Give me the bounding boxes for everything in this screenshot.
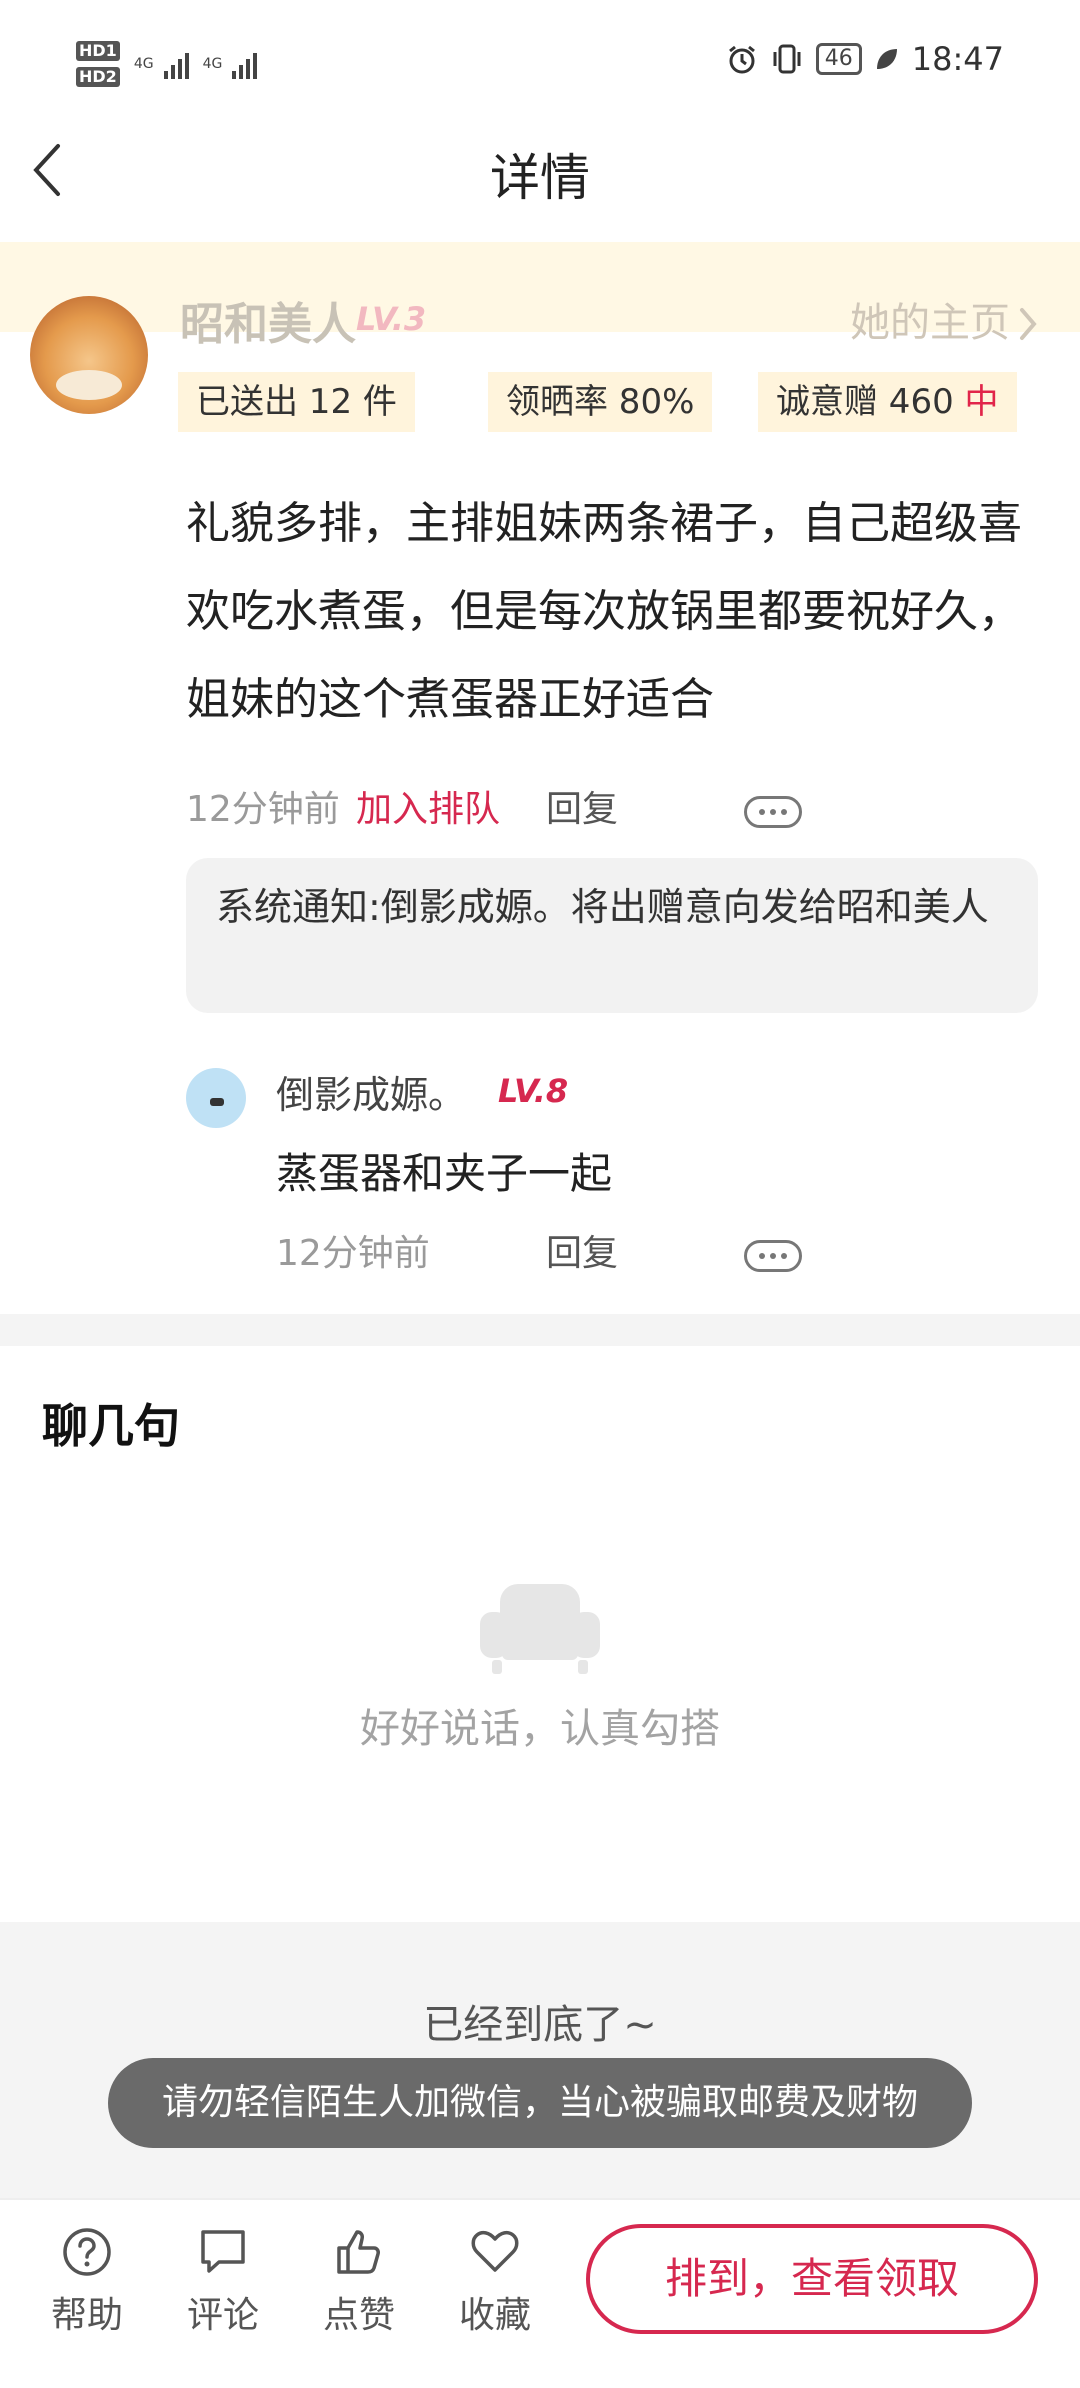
status-right: 46 18:47 <box>726 40 1004 78</box>
help-icon <box>63 2228 111 2276</box>
commenter-avatar[interactable] <box>186 1068 246 1128</box>
like-label: 点赞 <box>322 2295 395 2336</box>
like-button[interactable]: 点赞 <box>304 2226 414 2338</box>
sofa-icon <box>480 1584 600 1674</box>
vibrate-icon <box>773 44 801 74</box>
sim2-hd-badge: HD2 <box>76 67 120 87</box>
page-title: 详情 <box>490 149 590 207</box>
commenter-level: LV.8 <box>498 1072 569 1110</box>
signal-bars-1-icon <box>163 49 189 79</box>
tag-sincerity-grade: 中 <box>964 382 999 422</box>
comment-label: 评论 <box>186 2295 259 2336</box>
post-text: 礼貌多排，主排姐妹两条裙子，自己超级喜欢吃水煮蛋，但是每次放锅里都要祝好久，姐妹… <box>186 498 1022 725</box>
help-label: 帮助 <box>50 2295 123 2336</box>
comment-button[interactable]: 评论 <box>168 2226 278 2338</box>
post-timestamp: 12分钟前 <box>186 789 340 830</box>
comment-timestamp: 12分钟前 <box>276 1233 430 1274</box>
heart-icon <box>471 2230 519 2272</box>
signal-indicators: HD1 HD2 4G 4G <box>76 34 258 94</box>
status-bar: HD1 HD2 4G 4G 46 18:47 <box>0 0 1080 120</box>
post-reply-button[interactable]: 回复 <box>546 782 618 838</box>
chat-section-title: 聊几句 <box>42 1399 180 1453</box>
commenter-name[interactable]: 倒影成嫄。 <box>276 1064 466 1119</box>
tag-sincerity-label: 诚意赠 460 <box>776 382 965 422</box>
signal-bars-2-icon <box>232 49 258 79</box>
sim1-hd-badge: HD1 <box>76 41 120 61</box>
view-claim-button[interactable]: 排到，查看领取 <box>586 2224 1038 2334</box>
section-divider <box>0 1314 1080 1346</box>
homepage-link[interactable]: 她的主页 <box>850 290 1010 348</box>
end-of-list-text: 已经到底了~ <box>423 2002 657 2048</box>
chat-empty-text: 好好说话，认真勾搭 <box>360 1706 720 1752</box>
publisher-avatar[interactable] <box>30 296 148 414</box>
comment-more-options-icon[interactable] <box>744 1240 802 1272</box>
favorite-button[interactable]: 收藏 <box>440 2226 550 2338</box>
comment-icon <box>201 2230 245 2273</box>
safety-toast: 请勿轻信陌生人加微信，当心被骗取邮费及财物 <box>108 2058 972 2148</box>
join-queue-link[interactable]: 加入排队 <box>356 782 500 838</box>
network-type-2: 4G <box>202 56 223 72</box>
clock: 18:47 <box>911 40 1004 78</box>
publisher-name[interactable]: 昭和美人 <box>180 288 356 352</box>
comment-text: 蒸蛋器和夹子一起 <box>276 1149 613 1198</box>
thumbs-up-icon <box>337 2230 380 2274</box>
tag-sent-count: 已送出 12 件 <box>178 372 415 432</box>
tag-sincerity: 诚意赠 460 中 <box>758 372 1017 432</box>
leaf-icon <box>876 49 897 69</box>
tag-showoff-rate: 领晒率 80% <box>488 372 713 432</box>
favorite-label: 收藏 <box>458 2295 531 2336</box>
publisher-level: LV.3 <box>356 300 427 338</box>
network-type-1: 4G <box>133 56 154 72</box>
help-button[interactable]: 帮助 <box>32 2226 142 2338</box>
system-notice: 系统通知:倒影成嫄。将出赠意向发给昭和美人 <box>186 858 1038 1013</box>
chevron-right-icon[interactable] <box>1016 304 1040 344</box>
alarm-icon <box>728 45 755 74</box>
comment-reply-button[interactable]: 回复 <box>546 1226 618 1282</box>
battery-indicator: 46 <box>815 43 862 75</box>
more-options-icon[interactable] <box>744 796 802 828</box>
